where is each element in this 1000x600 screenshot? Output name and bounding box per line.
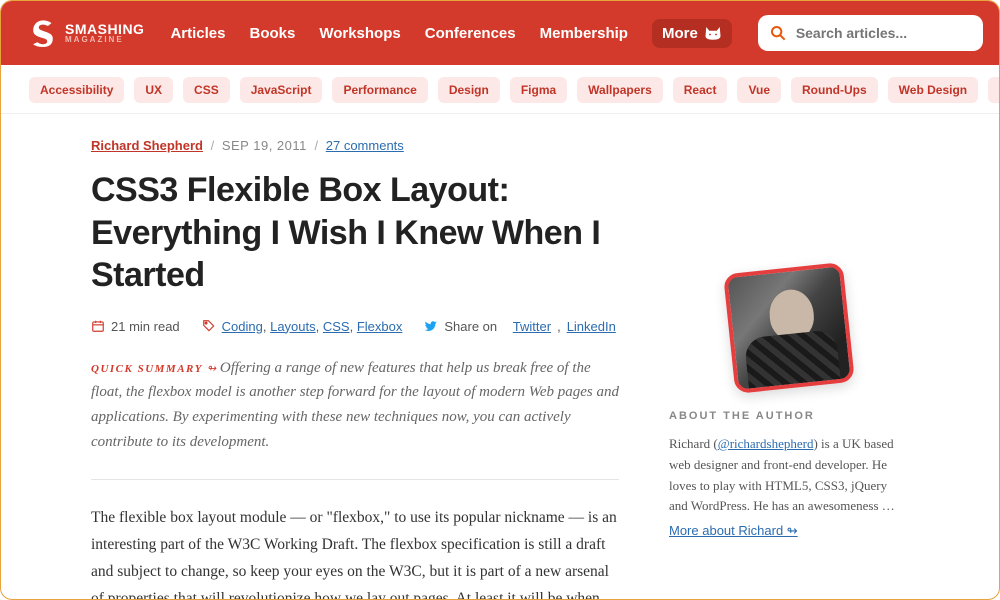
article-title: CSS3 Flexible Box Layout: Everything I W… (91, 169, 619, 297)
nav-membership[interactable]: Membership (540, 25, 628, 42)
cat-ux[interactable]: UX (134, 77, 173, 103)
cat-javascript[interactable]: JavaScript (240, 77, 323, 103)
more-about-author-link[interactable]: More about Richard ↬ (669, 523, 798, 539)
search-icon (770, 25, 786, 41)
about-author-text: Richard (@richardshepherd) is a UK based… (669, 434, 909, 517)
cat-roundups[interactable]: Round-Ups (791, 77, 878, 103)
share-twitter[interactable]: Twitter (513, 319, 551, 334)
cat-icon (704, 25, 722, 41)
author-sidebar: ABOUT THE AUTHOR Richard (@richardshephe… (669, 268, 909, 600)
cat-performance[interactable]: Performance (332, 77, 427, 103)
main-nav: Articles Books Workshops Conferences Mem… (170, 19, 731, 48)
calendar-icon (91, 319, 105, 333)
divider (91, 479, 619, 480)
tag-layouts[interactable]: Layouts (270, 319, 316, 334)
share-linkedin[interactable]: LinkedIn (567, 319, 616, 334)
twitter-icon (424, 319, 438, 333)
publish-date: SEP 19, 2011 (222, 138, 307, 153)
article-meta: 21 min read Coding, Layouts, CSS, Flexbo… (91, 319, 619, 334)
nav-more-button[interactable]: More (652, 19, 732, 48)
author-link[interactable]: Richard Shepherd (91, 138, 203, 153)
share-label: Share on (444, 319, 497, 334)
cat-wallpapers[interactable]: Wallpapers (577, 77, 663, 103)
author-photo (723, 262, 855, 394)
tag-icon (202, 319, 216, 333)
cat-css[interactable]: CSS (183, 77, 230, 103)
search-input[interactable] (758, 15, 983, 51)
cat-vue[interactable]: Vue (737, 77, 781, 103)
nav-conferences[interactable]: Conferences (425, 25, 516, 42)
tag-css[interactable]: CSS (323, 319, 350, 334)
nav-articles[interactable]: Articles (170, 25, 225, 42)
logo-text: SMASHING MAGAZINE (65, 22, 144, 44)
cat-react[interactable]: React (673, 77, 728, 103)
cat-accessibility[interactable]: Accessibility (29, 77, 124, 103)
smashing-logo-icon (29, 19, 57, 47)
quick-summary: QUICK SUMMARY↬ Offering a range of new f… (91, 356, 619, 455)
author-twitter-link[interactable]: @richardshepherd (718, 436, 814, 451)
about-author-heading: ABOUT THE AUTHOR (669, 410, 909, 422)
cat-figma[interactable]: Figma (510, 77, 567, 103)
site-logo[interactable]: SMASHING MAGAZINE (29, 19, 144, 47)
category-bar: Accessibility UX CSS JavaScript Performa… (1, 65, 999, 114)
cat-design[interactable]: Design (438, 77, 500, 103)
nav-workshops[interactable]: Workshops (319, 25, 400, 42)
nav-books[interactable]: Books (249, 25, 295, 42)
comments-link[interactable]: 27 comments (326, 138, 404, 153)
tag-flexbox[interactable]: Flexbox (357, 319, 403, 334)
cat-guides[interactable]: Guides (988, 77, 1000, 103)
search-box (758, 15, 983, 51)
byline: Richard Shepherd / SEP 19, 2011 / 27 com… (91, 138, 619, 153)
cat-webdesign[interactable]: Web Design (888, 77, 978, 103)
top-nav-bar: SMASHING MAGAZINE Articles Books Worksho… (1, 1, 999, 65)
article-body-paragraph: The flexible box layout module — or "fle… (91, 504, 619, 600)
read-time: 21 min read (111, 319, 180, 334)
tag-coding[interactable]: Coding (222, 319, 263, 334)
